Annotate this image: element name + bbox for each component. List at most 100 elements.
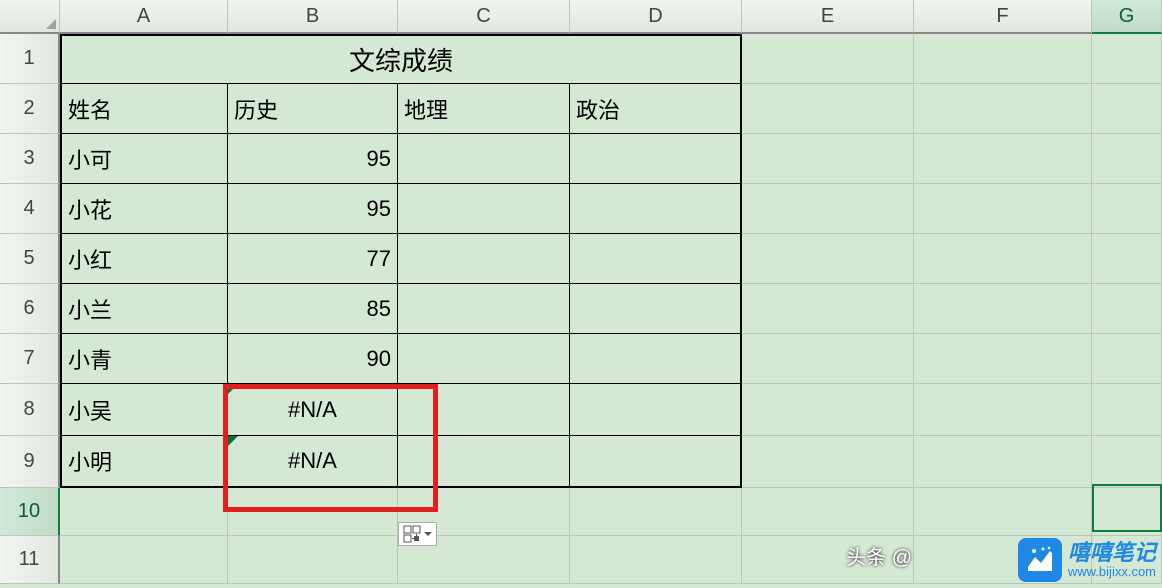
- cell[interactable]: [570, 284, 742, 334]
- cell[interactable]: 95: [228, 134, 398, 184]
- site-watermark: 嘻嘻笔记 www.bijixx.com: [1018, 538, 1156, 582]
- cell[interactable]: [1092, 436, 1162, 488]
- cell[interactable]: 小吴: [60, 384, 228, 436]
- cell[interactable]: [228, 536, 398, 584]
- cell[interactable]: [570, 436, 742, 488]
- dropdown-arrow-icon: [424, 525, 432, 543]
- cell[interactable]: #N/A: [228, 436, 398, 488]
- column-header-F[interactable]: F: [914, 0, 1092, 34]
- row-header-6[interactable]: 6: [0, 284, 60, 334]
- cell-grid[interactable]: 文综成绩姓名历史地理政治小可95小花95小红77小兰85小青90小吴#N/A小明…: [60, 34, 1162, 588]
- cell[interactable]: [742, 184, 914, 234]
- cell[interactable]: [570, 334, 742, 384]
- cell[interactable]: 历史: [228, 84, 398, 134]
- cell[interactable]: [1092, 134, 1162, 184]
- cell[interactable]: [914, 384, 1092, 436]
- cell[interactable]: [1092, 84, 1162, 134]
- cell[interactable]: 小花: [60, 184, 228, 234]
- cell[interactable]: 政治: [570, 84, 742, 134]
- row-header-7[interactable]: 7: [0, 334, 60, 384]
- cell[interactable]: [60, 488, 228, 536]
- cell[interactable]: 95: [228, 184, 398, 234]
- column-header-A[interactable]: A: [60, 0, 228, 34]
- cell[interactable]: [914, 234, 1092, 284]
- paste-options-icon: [403, 525, 421, 543]
- cell[interactable]: [742, 134, 914, 184]
- cell[interactable]: [570, 536, 742, 584]
- cell[interactable]: [1092, 34, 1162, 84]
- cell[interactable]: [914, 436, 1092, 488]
- cell[interactable]: [398, 184, 570, 234]
- cell[interactable]: [742, 334, 914, 384]
- cell[interactable]: 90: [228, 334, 398, 384]
- cell[interactable]: #N/A: [228, 384, 398, 436]
- select-all-corner[interactable]: [0, 0, 60, 34]
- cell[interactable]: [398, 436, 570, 488]
- cell[interactable]: [742, 384, 914, 436]
- cell[interactable]: [398, 384, 570, 436]
- cell[interactable]: [570, 184, 742, 234]
- spreadsheet: ABCDEFG 1234567891011 文综成绩姓名历史地理政治小可95小花…: [0, 0, 1162, 588]
- row-header-10[interactable]: 10: [0, 488, 60, 536]
- cell[interactable]: [398, 134, 570, 184]
- cell[interactable]: [914, 34, 1092, 84]
- cell[interactable]: [742, 284, 914, 334]
- cell[interactable]: [1092, 334, 1162, 384]
- cell[interactable]: [914, 134, 1092, 184]
- column-header-B[interactable]: B: [228, 0, 398, 34]
- cell[interactable]: 85: [228, 284, 398, 334]
- cell[interactable]: [398, 284, 570, 334]
- row-header-4[interactable]: 4: [0, 184, 60, 234]
- cell[interactable]: [742, 34, 914, 84]
- cell[interactable]: [914, 84, 1092, 134]
- cell[interactable]: [570, 488, 742, 536]
- cell[interactable]: 小明: [60, 436, 228, 488]
- row-header-8[interactable]: 8: [0, 384, 60, 436]
- column-header-C[interactable]: C: [398, 0, 570, 34]
- row-header-9[interactable]: 9: [0, 436, 60, 488]
- cell[interactable]: 小可: [60, 134, 228, 184]
- cell[interactable]: [914, 488, 1092, 536]
- cell[interactable]: [914, 284, 1092, 334]
- cell[interactable]: [742, 234, 914, 284]
- cell[interactable]: [398, 234, 570, 284]
- cell[interactable]: [1092, 384, 1162, 436]
- cell[interactable]: 地理: [398, 84, 570, 134]
- row-header-5[interactable]: 5: [0, 234, 60, 284]
- cell[interactable]: [742, 488, 914, 536]
- column-headers: ABCDEFG: [0, 0, 1162, 34]
- cell[interactable]: [60, 536, 228, 584]
- cell[interactable]: 姓名: [60, 84, 228, 134]
- watermark-title: 嘻嘻笔记: [1068, 541, 1156, 565]
- column-header-G[interactable]: G: [1092, 0, 1162, 34]
- cell[interactable]: [228, 488, 398, 536]
- cell[interactable]: 小红: [60, 234, 228, 284]
- cell[interactable]: [914, 334, 1092, 384]
- row-header-1[interactable]: 1: [0, 34, 60, 84]
- watermark-logo-icon: [1018, 538, 1062, 582]
- column-header-D[interactable]: D: [570, 0, 742, 34]
- cell[interactable]: [1092, 184, 1162, 234]
- cell[interactable]: [398, 334, 570, 384]
- cell[interactable]: [742, 84, 914, 134]
- watermark-url: www.bijixx.com: [1068, 565, 1156, 579]
- cell[interactable]: [1092, 284, 1162, 334]
- cell[interactable]: [570, 134, 742, 184]
- row-headers: 1234567891011: [0, 34, 60, 588]
- cell[interactable]: 小青: [60, 334, 228, 384]
- cell[interactable]: [1092, 234, 1162, 284]
- cell[interactable]: 小兰: [60, 284, 228, 334]
- cell[interactable]: [570, 384, 742, 436]
- cell[interactable]: [1092, 488, 1162, 536]
- cell[interactable]: [914, 184, 1092, 234]
- row-header-2[interactable]: 2: [0, 84, 60, 134]
- cell[interactable]: 77: [228, 234, 398, 284]
- cell[interactable]: [570, 234, 742, 284]
- toutiao-watermark: 头条 @: [846, 541, 912, 570]
- row-header-11[interactable]: 11: [0, 536, 60, 584]
- row-header-3[interactable]: 3: [0, 134, 60, 184]
- cell[interactable]: [742, 436, 914, 488]
- column-header-E[interactable]: E: [742, 0, 914, 34]
- table-title-cell[interactable]: 文综成绩: [60, 34, 742, 84]
- paste-options-button[interactable]: [398, 522, 437, 546]
